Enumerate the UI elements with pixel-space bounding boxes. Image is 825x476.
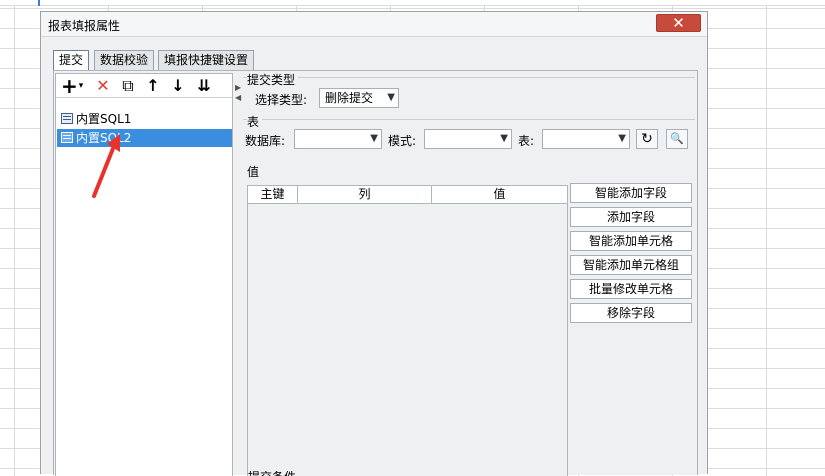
preview-button[interactable]: 🔍 — [666, 129, 688, 149]
tab-data-validation[interactable]: 数据校验 — [94, 50, 155, 71]
list-item[interactable]: 内置SQL2 — [57, 129, 232, 147]
column-header-value[interactable]: 值 — [432, 186, 567, 203]
expand-right-icon: ▶ — [235, 83, 242, 92]
sheet-top-strip — [0, 0, 825, 6]
delete-icon[interactable]: ✕ — [94, 75, 112, 97]
chevron-down-icon: ▼ — [618, 133, 626, 144]
refresh-icon: ↻ — [641, 131, 653, 147]
submit-list-pane: + ▾ ✕ ⧉ ↑ ↓ ⇊ 内置SQL1 内置SQL2 — [55, 73, 233, 476]
annotation-arrow-icon — [92, 134, 120, 198]
list-toolbar: + ▾ ✕ ⧉ ↑ ↓ ⇊ — [56, 74, 232, 98]
submit-type-value: 删除提交 — [325, 91, 374, 105]
close-icon: ✕ — [672, 14, 685, 32]
report-fill-properties-dialog: 报表填报属性 ✕ 提交 数据校验 填报快捷键设置 + ▾ ✕ ⧉ ↑ ↓ ⇊ 内… — [40, 11, 708, 476]
field-grid[interactable]: 主键 列 值 — [247, 185, 568, 476]
move-down-icon[interactable]: ↓ — [169, 75, 187, 97]
database-label: 数据库: — [245, 134, 286, 148]
title-bar: 报表填报属性 ✕ — [41, 12, 707, 37]
chevron-down-icon: ▼ — [500, 133, 508, 144]
collapse-left-icon: ◀ — [235, 93, 242, 102]
database-select[interactable]: ▼ — [294, 129, 382, 149]
tab-fill-shortcuts[interactable]: 填报快捷键设置 — [158, 50, 255, 71]
table-select[interactable]: ▼ — [542, 129, 630, 149]
move-up-icon[interactable]: ↑ — [144, 75, 162, 97]
dialog-title: 报表填报属性 — [48, 19, 121, 33]
copy-icon[interactable]: ⧉ — [119, 75, 137, 97]
database-icon — [61, 113, 73, 124]
remove-field-button[interactable]: 移除字段 — [570, 303, 692, 323]
cell-selection — [0, 0, 40, 6]
schema-select[interactable]: ▼ — [424, 129, 512, 149]
smart-add-cell-button[interactable]: 智能添加单元格 — [570, 231, 692, 251]
add-icon[interactable]: + — [61, 75, 78, 97]
list-item[interactable]: 内置SQL1 — [57, 110, 232, 128]
list-item-label: 内置SQL1 — [76, 112, 132, 126]
submit-type-select[interactable]: 删除提交 ▼ — [319, 88, 399, 108]
move-bottom-icon[interactable]: ⇊ — [194, 75, 214, 97]
column-header-key[interactable]: 主键 — [248, 186, 298, 203]
splitter-handle[interactable]: ▶ ◀ — [235, 83, 242, 123]
column-header-column[interactable]: 列 — [298, 186, 432, 203]
chevron-down-icon: ▼ — [370, 133, 378, 144]
preview-icon: 🔍 — [670, 132, 684, 145]
submit-panel: + ▾ ✕ ⧉ ↑ ↓ ⇊ 内置SQL1 内置SQL2 ▶ ◀ 提交类型 选择类型… — [53, 70, 698, 476]
divider — [243, 77, 695, 78]
refresh-button[interactable]: ↻ — [636, 129, 658, 149]
batch-modify-cell-button[interactable]: 批量修改单元格 — [570, 279, 692, 299]
smart-add-field-button[interactable]: 智能添加字段 — [570, 183, 692, 203]
divider — [243, 119, 695, 120]
add-field-button[interactable]: 添加字段 — [570, 207, 692, 227]
submit-type-section-label: 提交类型 — [247, 71, 299, 88]
select-type-label: 选择类型: — [255, 93, 308, 107]
smart-add-cell-group-button[interactable]: 智能添加单元格组 — [570, 255, 692, 275]
grid-header: 主键 列 值 — [248, 186, 567, 204]
close-button[interactable]: ✕ — [656, 14, 701, 32]
database-icon — [61, 132, 73, 143]
settings-area: 提交类型 选择类型: 删除提交 ▼ 表 数据库: ▼ 模式: ▼ 表: ▼ ↻ … — [243, 71, 697, 476]
table-section-label: 表 — [247, 113, 263, 130]
table-label: 表: — [518, 134, 535, 148]
add-dropdown-icon[interactable]: ▾ — [77, 75, 85, 97]
tab-submit[interactable]: 提交 — [53, 50, 90, 72]
chevron-down-icon: ▼ — [387, 92, 395, 103]
schema-label: 模式: — [388, 134, 417, 148]
value-section-label: 值 — [247, 163, 263, 180]
